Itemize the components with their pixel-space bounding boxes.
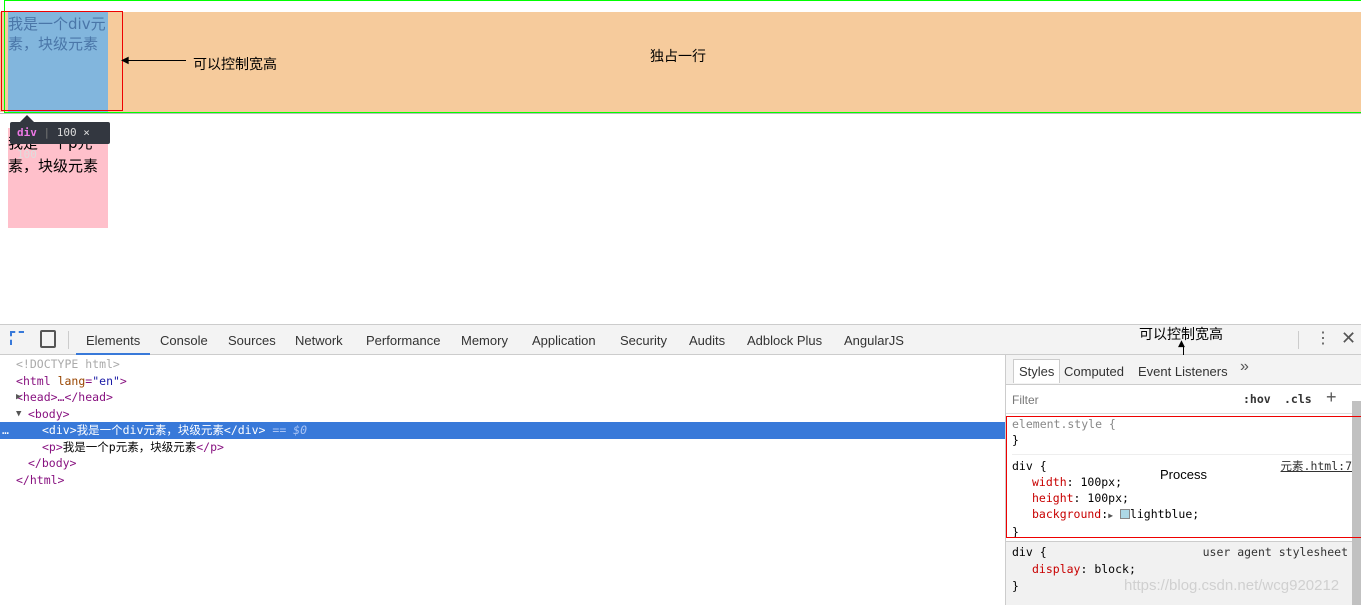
toolbar-divider	[68, 331, 69, 349]
body-collapse-icon[interactable]: ▼	[16, 406, 21, 423]
tab-audits[interactable]: Audits	[689, 325, 725, 355]
dom-html-close[interactable]: </html>	[0, 472, 1005, 489]
tab-application[interactable]: Application	[532, 325, 596, 355]
div-open-tag: <div>	[42, 423, 77, 437]
cls-button[interactable]: .cls	[1284, 392, 1312, 406]
add-rule-icon[interactable]: +	[1326, 387, 1337, 408]
subtab-styles[interactable]: Styles	[1013, 359, 1061, 383]
tab-security[interactable]: Security	[620, 325, 667, 355]
dom-div-selected[interactable]: … <div>我是一个div元素，块级元素</div> == $0	[0, 422, 1005, 439]
tab-console[interactable]: Console	[160, 325, 208, 355]
tooltip-tag: div	[17, 126, 37, 139]
prop-display: display: block;	[1032, 562, 1136, 576]
tab-memory[interactable]: Memory	[461, 325, 508, 355]
tooltip-arrow	[20, 115, 34, 122]
viewport-divider	[0, 113, 1361, 114]
div-close-tag: </div>	[223, 423, 266, 437]
tab-elements[interactable]: Elements	[76, 325, 151, 355]
inspect-tooltip: div | 100 × 100	[10, 122, 110, 161]
dom-html[interactable]: <html lang="en">	[0, 373, 1005, 390]
ellipsis-icon[interactable]: …	[2, 422, 9, 439]
tab-angularjs[interactable]: AngularJS	[844, 325, 904, 355]
more-menu-icon[interactable]: ⋮	[1315, 328, 1331, 348]
devtools-tabs: Elements Console Sources Network Perform…	[76, 325, 936, 355]
close-icon[interactable]: ✕	[1341, 328, 1356, 349]
p-text: 我是一个p元素，块级元素	[62, 439, 197, 454]
device-toggle-icon[interactable]	[40, 330, 56, 348]
styles-subtabs: Styles Computed Event Listeners »	[1006, 355, 1361, 385]
ua-rule: div { user agent stylesheet display: blo…	[1006, 541, 1352, 605]
dom-doctype[interactable]: <!DOCTYPE html>	[0, 356, 1005, 373]
more-tabs-icon[interactable]: »	[1240, 358, 1249, 376]
p-open-tag: <p>	[42, 439, 63, 454]
tab-adblock-plus[interactable]: Adblock Plus	[747, 325, 822, 355]
tooltip-sep: |	[43, 126, 51, 139]
head-expand-icon[interactable]: ▶	[16, 389, 21, 406]
arrow-line	[124, 60, 186, 61]
dom-body-open[interactable]: <body>	[0, 406, 1005, 423]
dom-tree: <!DOCTYPE html> <html lang="en"> <head>……	[0, 356, 1005, 605]
watermark: https://blog.csdn.net/wcg920212	[1124, 577, 1340, 594]
dom-head[interactable]: <head>…</head>	[0, 389, 1005, 406]
dollar-zero: == $0	[272, 423, 308, 437]
hov-button[interactable]: :hov	[1243, 392, 1271, 406]
ua-label: user agent stylesheet	[1202, 545, 1348, 559]
subtab-event-listeners[interactable]: Event Listeners	[1138, 364, 1228, 379]
arrow-head-icon: ◀	[121, 55, 129, 66]
subtab-computed[interactable]: Computed	[1064, 364, 1124, 379]
dom-p[interactable]: <p>我是一个p元素，块级元素</p>	[0, 439, 1005, 456]
tab-performance[interactable]: Performance	[366, 325, 440, 355]
annotation-arrow-head-icon: ▲	[1178, 339, 1185, 349]
inspect-element-icon[interactable]	[10, 331, 24, 345]
annotation-width-height: 可以控制宽高	[193, 57, 277, 73]
toolbar-divider-right	[1298, 331, 1299, 349]
red-outline-div	[1, 11, 123, 111]
div-text: 我是一个div元素，块级元素	[76, 423, 224, 437]
p-close-tag: </p>	[196, 439, 224, 454]
dom-body-close[interactable]: </body>	[0, 455, 1005, 472]
tab-network[interactable]: Network	[295, 325, 343, 355]
annotation-own-line: 独占一行	[650, 49, 706, 65]
filter-input[interactable]: Filter	[1012, 393, 1039, 407]
red-outline-rules	[1006, 416, 1361, 538]
tab-sources[interactable]: Sources	[228, 325, 276, 355]
filter-row: Filter :hov .cls +	[1006, 386, 1352, 414]
styles-pane: Styles Computed Event Listeners » Filter…	[1005, 355, 1361, 605]
